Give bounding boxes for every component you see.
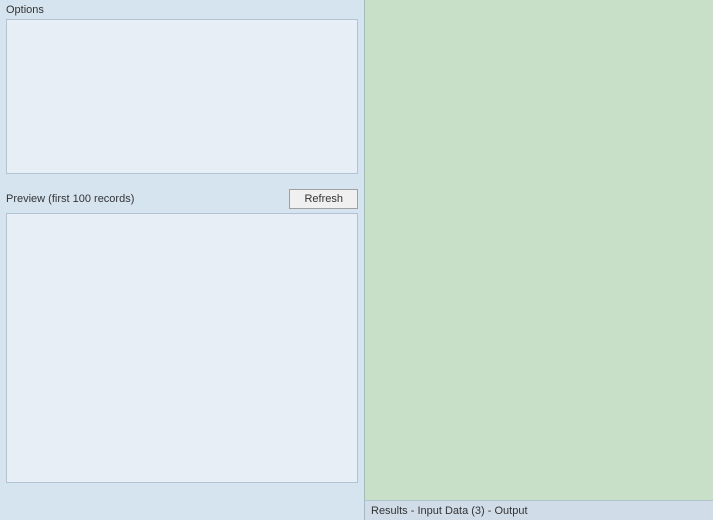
preview-section: Preview (first 100 records) Refresh (0, 185, 364, 487)
left-panel: Options Preview (first 100 records) Refr… (0, 0, 365, 520)
preview-header: Preview (first 100 records) Refresh (6, 189, 358, 209)
options-section: Options (0, 0, 364, 185)
preview-box (6, 213, 358, 483)
preview-label: Preview (first 100 records) (6, 193, 134, 205)
options-label: Options (6, 4, 358, 16)
options-box (6, 19, 358, 174)
results-label: Results - Input Data (3) - Output (371, 505, 528, 517)
results-bar: Results - Input Data (3) - Output (365, 500, 713, 520)
refresh-button[interactable]: Refresh (289, 189, 358, 209)
right-panel: 📖 ▶ Resolve File Type ✕ The selected fil… (365, 0, 713, 500)
